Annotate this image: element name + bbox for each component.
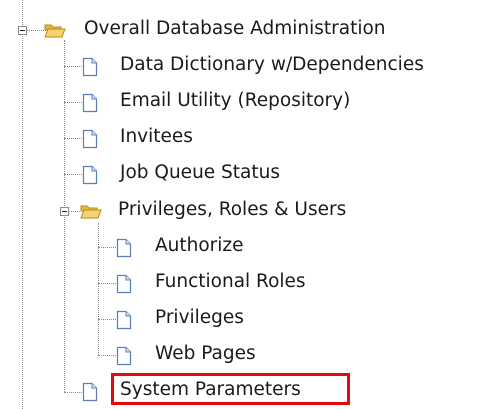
document-icon bbox=[82, 93, 98, 113]
folder-open-icon bbox=[80, 205, 102, 219]
tree-line-root bbox=[64, 40, 65, 392]
tree-node-label[interactable]: System Parameters bbox=[120, 378, 301, 402]
tree-node-label[interactable]: Privileges bbox=[155, 306, 244, 330]
tree-node-label[interactable]: Privileges, Roles & Users bbox=[118, 198, 346, 222]
tree-branch bbox=[64, 66, 82, 67]
tree-branch bbox=[64, 392, 82, 393]
tree-node-label[interactable]: Overall Database Administration bbox=[84, 17, 386, 41]
tree-line-outer bbox=[22, 0, 23, 409]
tree-line-subfolder bbox=[98, 223, 99, 355]
tree-node-label[interactable]: Authorize bbox=[155, 234, 244, 258]
tree-node-label[interactable]: Web Pages bbox=[155, 342, 256, 366]
tree-node-label[interactable]: Data Dictionary w/Dependencies bbox=[120, 53, 424, 77]
document-icon bbox=[82, 57, 98, 77]
tree-branch bbox=[98, 283, 116, 284]
document-icon bbox=[82, 382, 98, 402]
document-icon bbox=[116, 346, 132, 366]
document-icon bbox=[116, 310, 132, 330]
collapse-toggle[interactable] bbox=[18, 26, 27, 35]
document-icon bbox=[116, 274, 132, 294]
tree-node-label[interactable]: Invitees bbox=[120, 125, 193, 149]
folder-open-icon bbox=[44, 24, 66, 38]
tree-branch bbox=[64, 102, 82, 103]
collapse-toggle[interactable] bbox=[60, 207, 69, 216]
tree-branch bbox=[64, 174, 82, 175]
document-icon bbox=[82, 129, 98, 149]
tree-node-label[interactable]: Job Queue Status bbox=[120, 161, 280, 185]
tree-branch bbox=[64, 138, 82, 139]
document-icon bbox=[82, 165, 98, 185]
tree-branch bbox=[98, 319, 116, 320]
document-icon bbox=[116, 238, 132, 258]
tree-node-label[interactable]: Email Utility (Repository) bbox=[120, 89, 350, 113]
tree-branch bbox=[98, 247, 116, 248]
tree-branch bbox=[98, 355, 116, 356]
tree-node-label[interactable]: Functional Roles bbox=[155, 270, 306, 294]
